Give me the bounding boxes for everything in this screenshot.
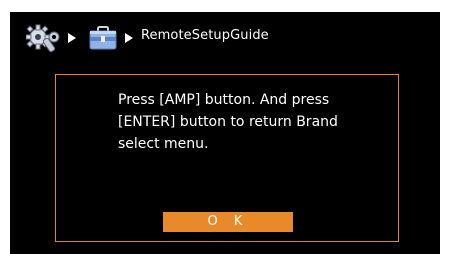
chevron-right-icon	[125, 33, 133, 43]
guide-dialog: Press [AMP] button. And press [ENTER] bu…	[55, 74, 399, 242]
ok-button[interactable]: O K	[163, 212, 293, 232]
frame: RemoteSetupGuide Press [AMP] button. And…	[0, 0, 450, 254]
gear-wrench-icon	[25, 24, 60, 54]
toolbox-icon	[88, 25, 118, 51]
dialog-message: Press [AMP] button. And press [ENTER] bu…	[118, 92, 338, 152]
breadcrumb-label: RemoteSetupGuide	[141, 28, 269, 43]
chevron-right-icon	[68, 33, 76, 43]
setup-screen: RemoteSetupGuide Press [AMP] button. And…	[10, 12, 440, 254]
